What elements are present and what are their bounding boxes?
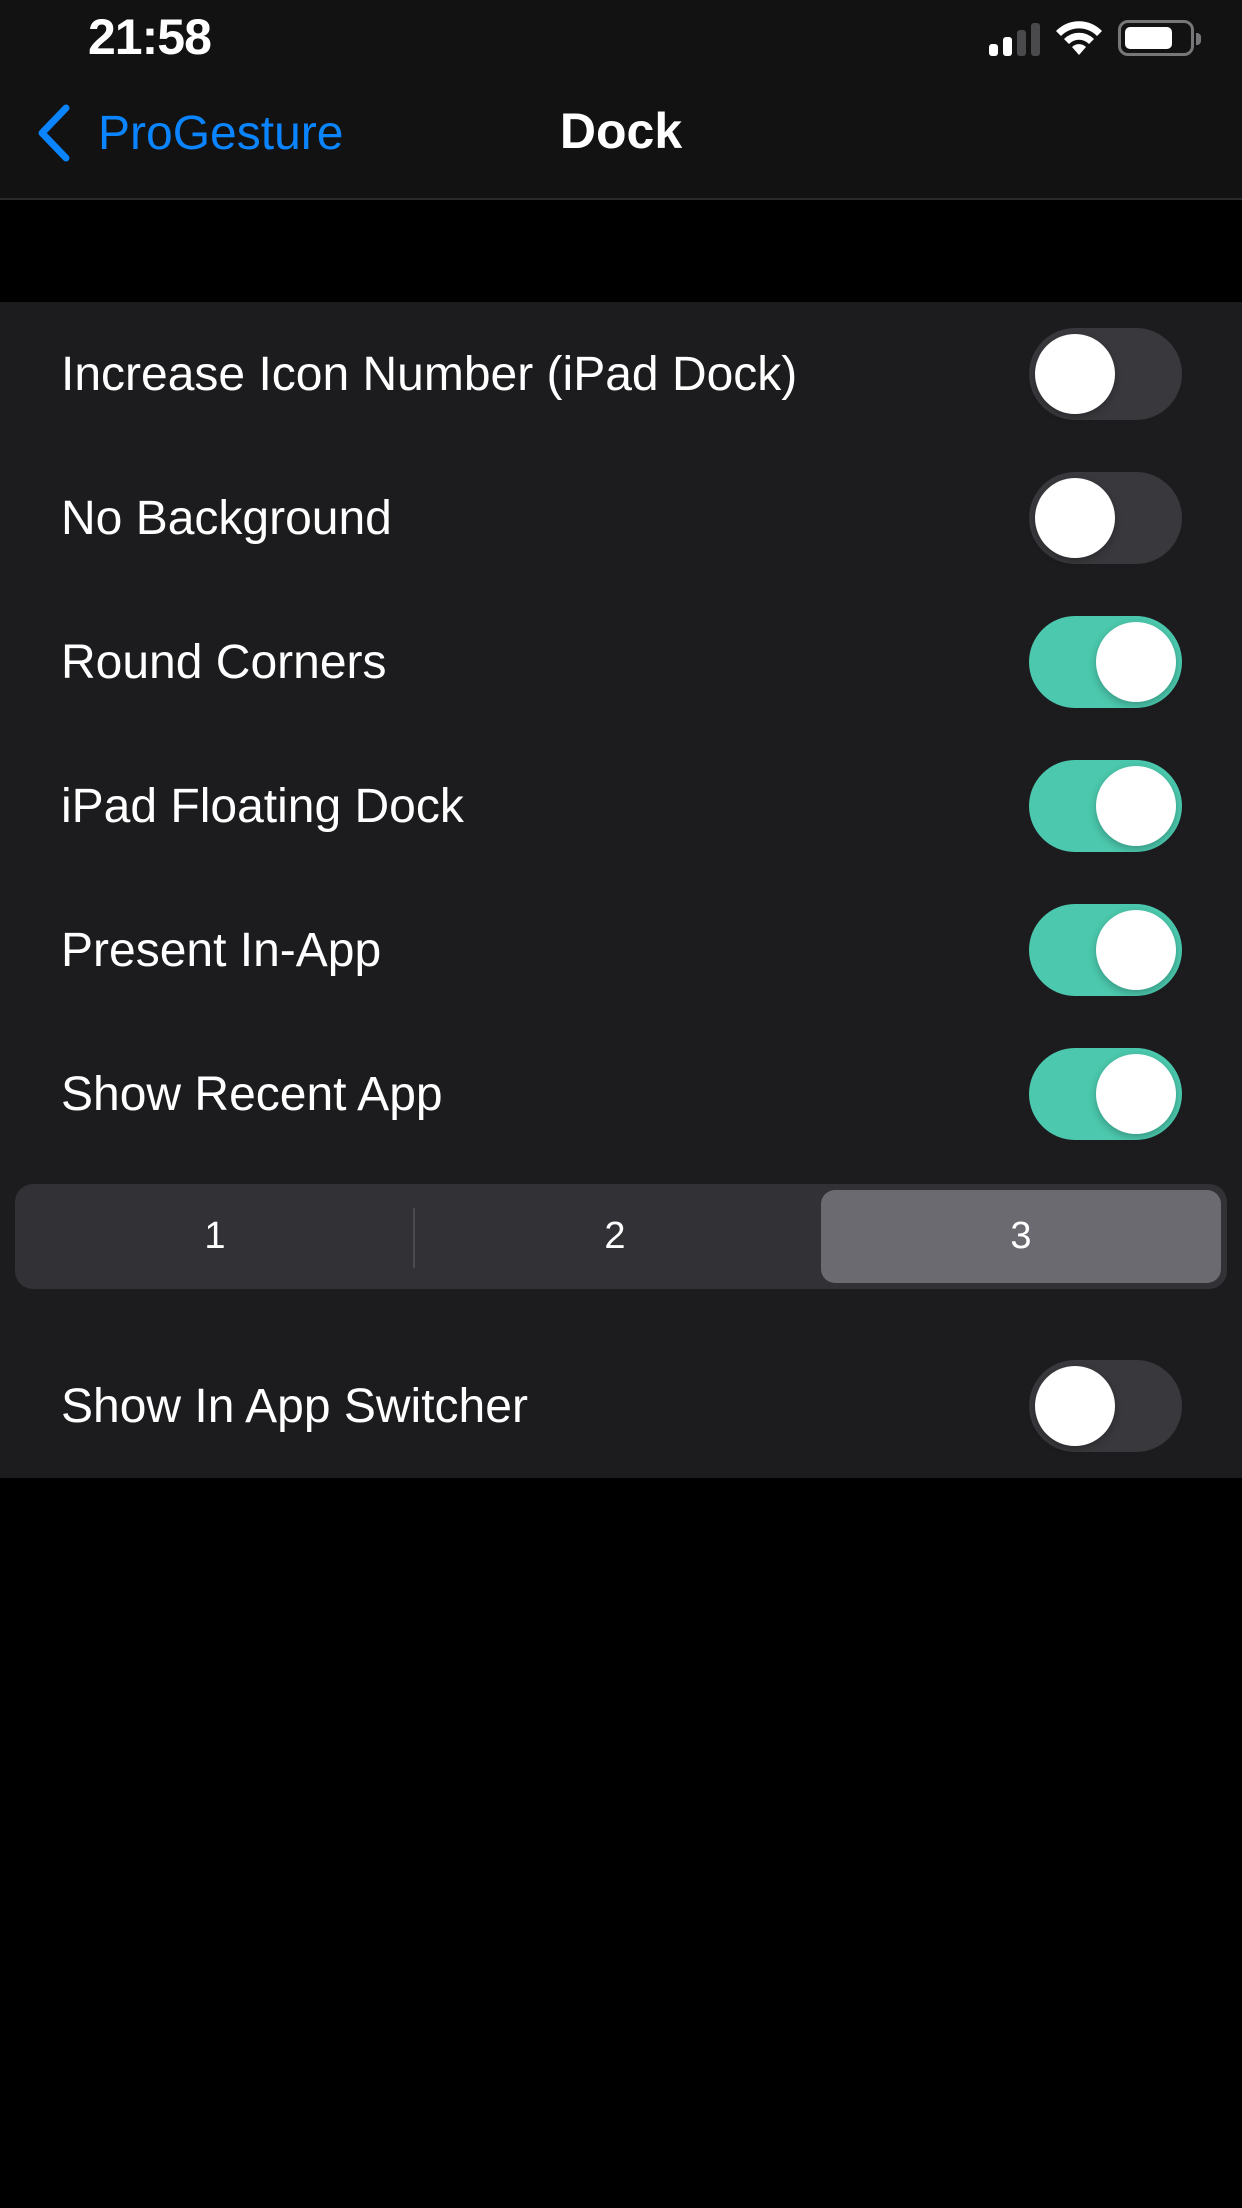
toggle-knob: [1035, 478, 1115, 558]
setting-label: No Background: [61, 491, 392, 545]
battery-nub: [1196, 33, 1201, 45]
setting-row-round-corners: Round Corners: [0, 590, 1242, 734]
cellular-signal-icon: [989, 20, 1040, 56]
signal-bar: [1003, 37, 1012, 56]
toggle-show-in-app-switcher[interactable]: [1029, 1360, 1182, 1452]
setting-label: Round Corners: [61, 635, 387, 689]
toggle-show-recent-app[interactable]: [1029, 1048, 1182, 1140]
status-time: 21:58: [88, 9, 212, 65]
wifi-icon: [1056, 21, 1102, 55]
toggle-knob: [1035, 1366, 1115, 1446]
toggle-knob: [1096, 910, 1176, 990]
recent-app-count-segmented-control: 1 2 3: [15, 1184, 1227, 1289]
toggle-present-in-app[interactable]: [1029, 904, 1182, 996]
dock-settings-list: Increase Icon Number (iPad Dock) No Back…: [0, 302, 1242, 1478]
toggle-round-corners[interactable]: [1029, 616, 1182, 708]
setting-label: Increase Icon Number (iPad Dock): [61, 347, 798, 401]
segment-label: 3: [1010, 1215, 1032, 1257]
toggle-knob: [1035, 334, 1115, 414]
segment-2[interactable]: 2: [415, 1184, 815, 1289]
setting-label: iPad Floating Dock: [61, 779, 464, 833]
status-icons: [989, 18, 1201, 58]
toggle-knob: [1096, 1054, 1176, 1134]
signal-bar: [1031, 23, 1040, 56]
toggle-knob: [1096, 766, 1176, 846]
segment-3[interactable]: 3: [821, 1190, 1221, 1283]
setting-label: Show Recent App: [61, 1067, 443, 1121]
setting-row-show-in-app-switcher: Show In App Switcher: [0, 1334, 1242, 1478]
setting-label: Present In-App: [61, 923, 382, 977]
setting-row-show-recent-app: Show Recent App: [0, 1022, 1242, 1166]
setting-label: Show In App Switcher: [61, 1379, 528, 1433]
battery-level: [1125, 27, 1172, 49]
segment-label: 1: [204, 1215, 226, 1257]
toggle-knob: [1096, 622, 1176, 702]
signal-bar: [1017, 30, 1026, 56]
top-bar: 21:58 ProGesture Dock: [0, 0, 1242, 200]
setting-row-ipad-floating-dock: iPad Floating Dock: [0, 734, 1242, 878]
toggle-ipad-floating-dock[interactable]: [1029, 760, 1182, 852]
segment-1[interactable]: 1: [15, 1184, 415, 1289]
toggle-no-background[interactable]: [1029, 472, 1182, 564]
recent-app-count-row: 1 2 3: [0, 1166, 1242, 1334]
toggle-increase-icon-number[interactable]: [1029, 328, 1182, 420]
battery-icon: [1118, 20, 1201, 56]
setting-row-no-background: No Background: [0, 446, 1242, 590]
segment-label: 2: [604, 1215, 626, 1257]
setting-row-present-in-app: Present In-App: [0, 878, 1242, 1022]
page-title: Dock: [559, 103, 683, 159]
setting-row-increase-icon-number: Increase Icon Number (iPad Dock): [0, 302, 1242, 446]
signal-bar: [989, 44, 998, 56]
